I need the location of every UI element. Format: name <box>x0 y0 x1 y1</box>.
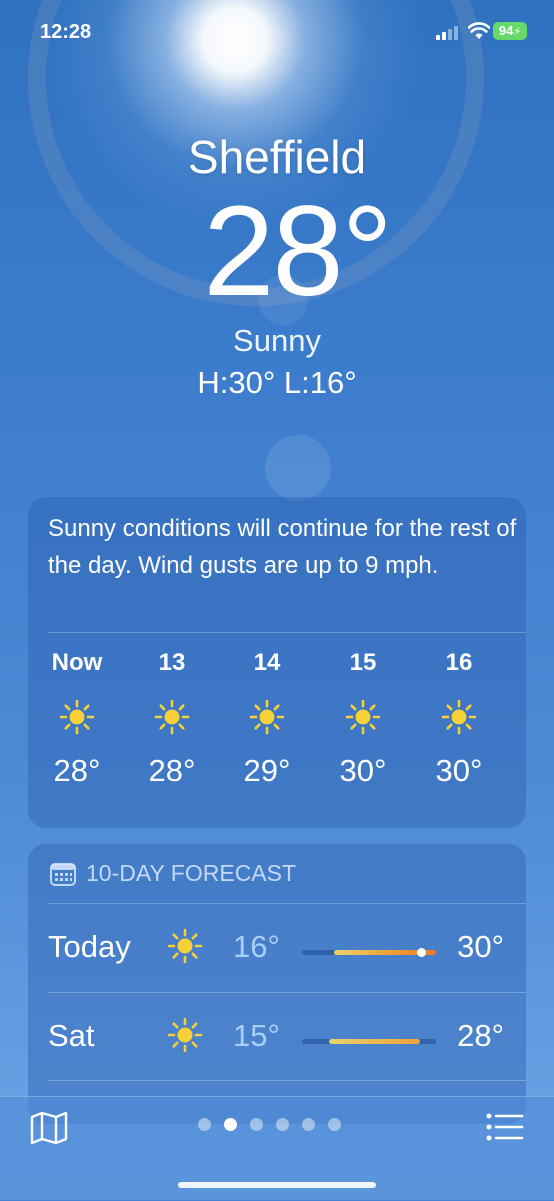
sun-icon <box>318 689 408 745</box>
forecast-high: 30° <box>457 929 504 964</box>
sun-icon <box>127 689 217 745</box>
cellular-signal-icon <box>436 24 462 40</box>
card-divider <box>48 903 526 904</box>
lens-flare <box>265 435 331 501</box>
card-divider <box>48 992 526 993</box>
page-dot[interactable] <box>198 1118 211 1131</box>
forecast-row[interactable]: Sat 15° 28° <box>28 994 526 1082</box>
hour-label: 15 <box>349 649 377 676</box>
sun-icon <box>222 689 312 745</box>
page-indicator[interactable] <box>198 1118 341 1131</box>
temperature-range-bar <box>302 948 436 957</box>
forecast-low: 15° <box>233 1018 280 1053</box>
hour-temperature: 28° <box>148 753 196 788</box>
hourly-forecast-card[interactable]: Sunny conditions will continue for the r… <box>28 497 526 828</box>
high-low-temperature: H:30° L:16° <box>197 365 357 400</box>
forecast-high: 28° <box>457 1018 504 1053</box>
city-name: Sheffield <box>187 131 367 183</box>
page-dot[interactable] <box>276 1118 289 1131</box>
hourly-item: 15 30° <box>318 647 408 791</box>
hourly-item: Now 28° <box>32 647 122 791</box>
current-condition: Sunny <box>233 323 321 358</box>
hour-temperature: 28° <box>53 753 101 788</box>
forecast-low: 16° <box>233 929 280 964</box>
sun-icon <box>166 927 204 970</box>
hour-label: 13 <box>158 649 186 676</box>
forecast-title: 10-DAY FORECAST <box>86 860 297 886</box>
page-dot[interactable] <box>302 1118 315 1131</box>
hour-temperature: 30° <box>339 753 387 788</box>
card-divider <box>48 1080 526 1081</box>
page-dot[interactable] <box>328 1118 341 1131</box>
forecast-day: Today <box>48 929 131 964</box>
sun-icon <box>32 689 122 745</box>
hour-label: 16 <box>445 649 473 676</box>
temperature-range-bar <box>302 1039 436 1044</box>
page-dot[interactable] <box>224 1118 237 1131</box>
forecast-row[interactable]: Today 16° 30° <box>28 905 526 993</box>
battery-indicator: 94⚡ <box>493 22 527 40</box>
map-icon[interactable] <box>30 1111 68 1145</box>
sun-icon <box>414 689 504 745</box>
current-temperature: 28° <box>203 180 393 323</box>
hourly-item: 13 28° <box>127 647 217 791</box>
ten-day-forecast-card[interactable]: 10-DAY FORECAST Today 16° 30° Sat 15° 28… <box>28 844 526 1124</box>
list-icon[interactable] <box>486 1113 524 1141</box>
battery-level: 94 <box>498 23 514 38</box>
status-time: 12:28 <box>40 21 92 43</box>
home-indicator[interactable] <box>178 1182 376 1188</box>
weather-summary-text: Sunny conditions will continue for the r… <box>48 515 517 579</box>
wifi-icon <box>468 22 490 39</box>
forecast-header: 10-DAY FORECAST <box>50 860 296 887</box>
hour-temperature: 30° <box>435 753 483 788</box>
status-bar: 12:28 94⚡ <box>0 0 554 60</box>
hour-label: 14 <box>253 649 281 676</box>
hour-temperature: 29° <box>243 753 291 788</box>
page-dot[interactable] <box>250 1118 263 1131</box>
charging-bolt-icon: ⚡ <box>513 26 522 38</box>
sun-icon <box>166 1016 204 1059</box>
temperature-range-fill <box>328 1039 420 1044</box>
hourly-item: 14 29° <box>222 647 312 791</box>
hourly-item: 16 30° <box>414 647 504 791</box>
current-temperature-marker <box>416 948 426 957</box>
calendar-icon <box>50 862 76 886</box>
forecast-day: Sat <box>48 1018 95 1053</box>
card-divider <box>48 632 526 633</box>
hour-label: Now <box>51 649 103 676</box>
